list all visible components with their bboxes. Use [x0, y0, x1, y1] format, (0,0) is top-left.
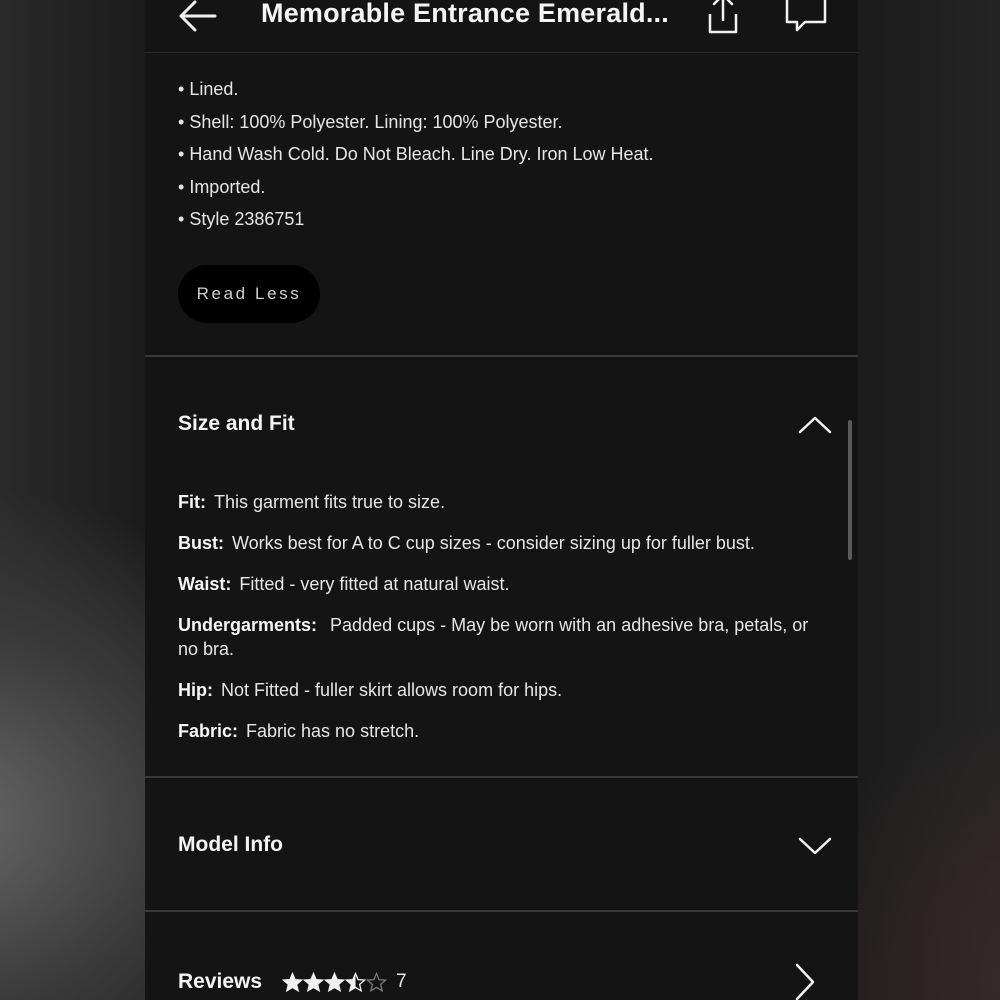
fit-detail-row: Fit: This garment fits true to size.: [178, 490, 818, 514]
section-divider: [145, 910, 858, 912]
scrollbar[interactable]: [848, 420, 852, 560]
fit-detail-label: Bust:: [178, 533, 224, 553]
chat-bubble-icon[interactable]: [783, 0, 829, 36]
star-full-icon: [303, 972, 324, 993]
product-title: Memorable Entrance Emerald...: [261, 0, 669, 28]
star-full-icon: [282, 972, 303, 993]
description-bullet: Lined.: [178, 76, 818, 109]
fit-detail-value: Fabric has no stretch.: [246, 721, 420, 741]
size-fit-details: Fit: This garment fits true to size. Bust…: [178, 490, 818, 760]
chevron-down-icon[interactable]: [797, 835, 833, 857]
description-bullet: Style 2386751: [178, 206, 818, 239]
fit-detail-label: Waist:: [178, 574, 232, 594]
top-navigation-bar: Memorable Entrance Emerald...: [145, 0, 858, 53]
star-half-icon: [345, 972, 366, 993]
fit-detail-value: This garment fits true to size.: [213, 492, 446, 512]
star-rating: [282, 972, 387, 994]
fit-detail-row: Hip: Not Fitted - fuller skirt allows roo…: [178, 678, 818, 702]
model-info-header[interactable]: Model Info: [178, 833, 283, 857]
fit-detail-value: Works best for A to C cup sizes - consid…: [232, 533, 755, 553]
fit-detail-label: Hip:: [178, 680, 213, 700]
read-less-button[interactable]: Read Less: [178, 265, 320, 323]
fit-detail-value: Not Fitted - fuller skirt allows room fo…: [221, 680, 563, 700]
description-bullet: Hand Wash Cold. Do Not Bleach. Line Dry.…: [178, 141, 818, 174]
share-icon[interactable]: [701, 0, 745, 38]
fit-detail-row: Fabric: Fabric has no stretch.: [178, 719, 818, 743]
fit-detail-row: Undergarments: Padded cups - May be worn…: [178, 613, 818, 661]
fit-detail-row: Bust: Works best for A to C cup sizes - c…: [178, 531, 818, 555]
chevron-right-icon[interactable]: [793, 962, 817, 1000]
fit-detail-value: Fitted - very fitted at natural waist.: [239, 574, 510, 594]
review-count: 7: [396, 971, 407, 992]
chevron-up-icon[interactable]: [797, 414, 833, 436]
size-and-fit-header[interactable]: Size and Fit: [178, 412, 295, 436]
fit-detail-label: Fabric:: [178, 721, 239, 741]
description-bullet: Imported.: [178, 174, 818, 207]
arrow-left-icon[interactable]: [175, 0, 221, 40]
section-divider: [145, 776, 858, 778]
fit-detail-label: Undergarments:: [178, 615, 318, 635]
fit-detail-label: Fit:: [178, 492, 206, 512]
description-bullet-list: Lined. Shell: 100% Polyester. Lining: 10…: [178, 76, 818, 239]
reviews-header[interactable]: Reviews: [178, 970, 262, 994]
fit-detail-row: Waist: Fitted - very fitted at natural wa…: [178, 572, 818, 596]
star-empty-icon: [366, 972, 387, 993]
description-bullet: Shell: 100% Polyester. Lining: 100% Poly…: [178, 109, 818, 142]
section-divider: [145, 355, 858, 357]
star-full-icon: [324, 972, 345, 993]
product-details-screen: Memorable Entrance Emerald... Lined. She…: [145, 0, 858, 1000]
